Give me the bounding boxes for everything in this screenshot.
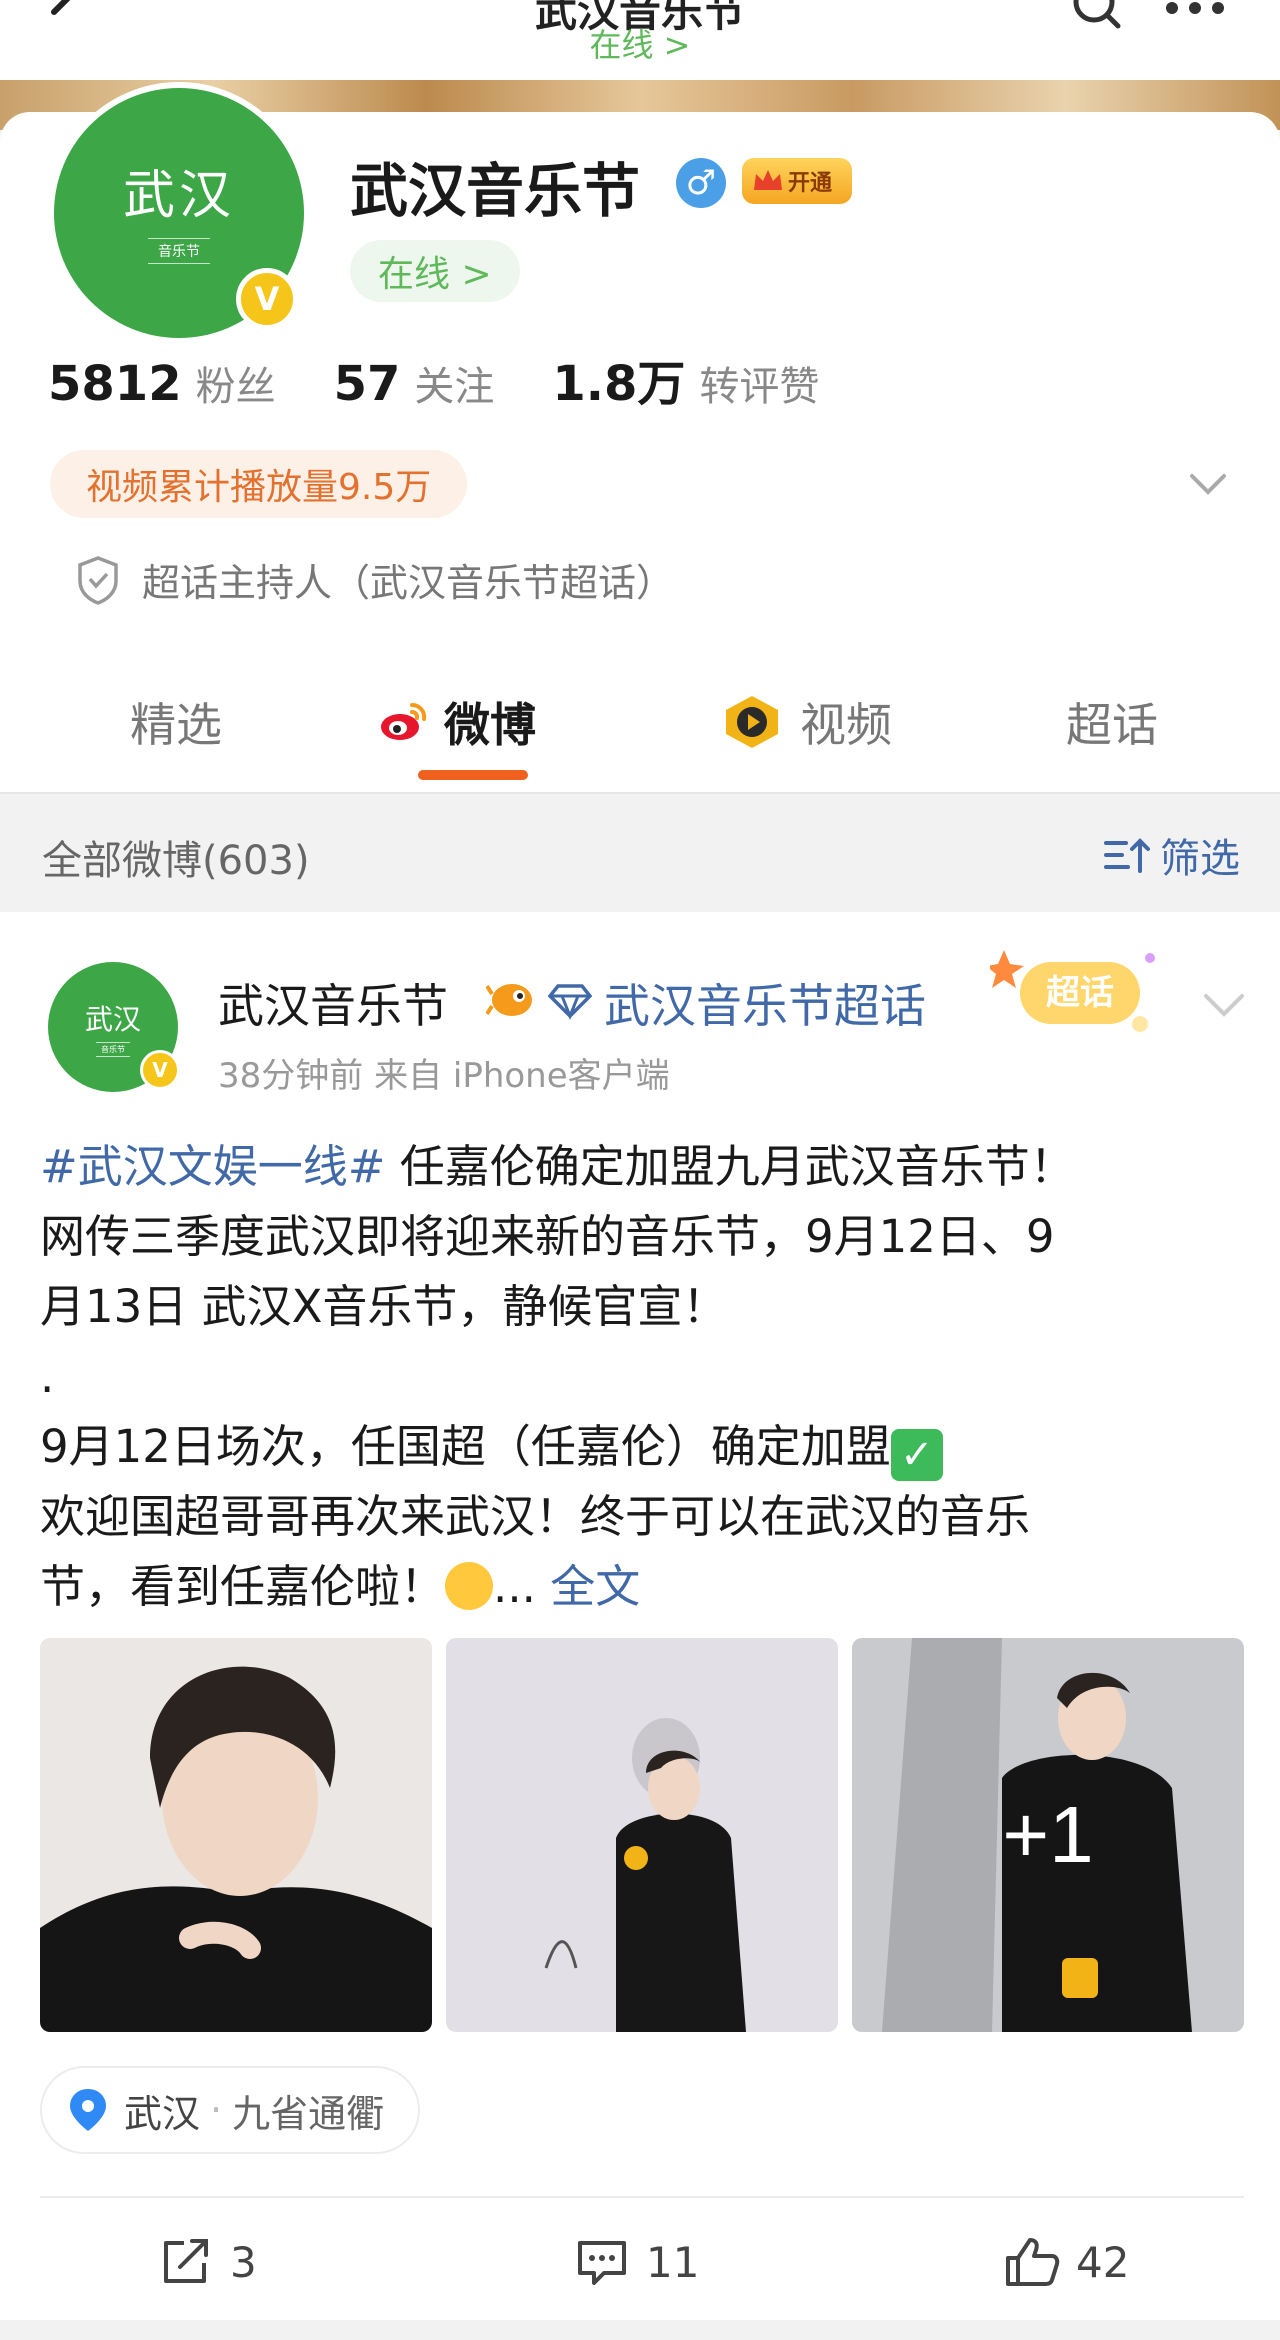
- post-line-3: 月13日 武汉X音乐节，静候官宣！: [40, 1280, 728, 1333]
- tab-super-topic[interactable]: 超话: [1066, 672, 1158, 772]
- post-options-chevron-icon[interactable]: [1198, 978, 1250, 1030]
- tab-weibo-label: 微博: [444, 698, 536, 752]
- repost-icon: [164, 2239, 208, 2283]
- host-label: 超话主持人（武汉音乐节超话）: [142, 561, 675, 605]
- like-count: 42: [1076, 2237, 1130, 2287]
- post-verified-badge-icon: V: [140, 1050, 180, 1090]
- post-line-2: 网传三季度武汉即将迎来新的音乐节，9月12日、9: [40, 1210, 1055, 1263]
- video-views-pill[interactable]: 视频累计播放量9.5万: [50, 450, 468, 518]
- post-body[interactable]: #武汉文娱一线# 任嘉伦确定加盟九月武汉音乐节！ 网传三季度武汉即将迎来新的音乐…: [40, 1132, 1240, 1622]
- post-line-5: 9月12日场次，任国超（任嘉伦）确定加盟: [40, 1420, 891, 1473]
- post-avatar-logo-text: 武汉: [84, 1002, 141, 1036]
- post-photo[interactable]: [446, 1638, 838, 2032]
- all-posts-count[interactable]: 全部微博(603): [42, 828, 310, 886]
- more-photos-count: +1: [1002, 1790, 1094, 1879]
- following-label[interactable]: 关注: [414, 354, 494, 412]
- profile-name: 武汉音乐节: [350, 157, 641, 225]
- super-topic-host-row[interactable]: 超话主持人（武汉音乐节超话）: [76, 552, 674, 607]
- crying-laughing-emoji-icon: [445, 1562, 494, 1610]
- super-topic-link[interactable]: 武汉音乐节超话: [604, 970, 926, 1036]
- profile-avatar[interactable]: 武汉 音乐节 V: [48, 82, 310, 344]
- online-pill[interactable]: 在线 >: [350, 240, 520, 302]
- tab-video-label: 视频: [800, 698, 892, 752]
- followers-count[interactable]: 5812: [48, 356, 182, 412]
- repost-button[interactable]: 3: [160, 2212, 257, 2312]
- location-name: 武汉: [124, 2091, 201, 2136]
- profile-tabs: 精选 微博 视频 超话: [0, 672, 1280, 784]
- location-pin-icon: [70, 2089, 106, 2131]
- tab-weibo[interactable]: 微博: [380, 672, 536, 772]
- avatar-logo-subtext: 音乐节: [148, 237, 210, 264]
- location-separator: ·: [210, 2088, 223, 2132]
- top-bar: 武汉音乐节 在线 >: [0, 0, 1280, 90]
- comment-count: 11: [646, 2237, 700, 2287]
- tab-featured-label: 精选: [130, 698, 222, 752]
- profile-card: 武汉 音乐节 V 武汉音乐节 ♂ 开通 在线 > 5812 粉丝 57 关注 1…: [0, 82, 1280, 792]
- chevron-down-icon[interactable]: [1186, 462, 1230, 506]
- post-author-name[interactable]: 武汉音乐节: [218, 970, 448, 1036]
- post-avatar-logo-subtext: 音乐节: [96, 1041, 130, 1057]
- super-topic-badge-label: 超话: [1046, 973, 1114, 1013]
- read-full-text-link[interactable]: 全文: [550, 1560, 640, 1613]
- filter-sort-icon: [1104, 838, 1150, 873]
- post-actions: 3 11 42: [0, 2212, 1280, 2312]
- fish-emoji-icon: [486, 984, 532, 1016]
- post-ellipsis: ...: [493, 1560, 551, 1613]
- location-subtitle: 九省通衢: [232, 2091, 385, 2136]
- post-line-6: 欢迎国超哥哥再次来武汉！终于可以在武汉的音乐: [40, 1490, 1031, 1543]
- video-badge-icon: [726, 696, 778, 748]
- repost-count: 3: [230, 2237, 257, 2287]
- comment-icon: [578, 2241, 626, 2285]
- vip-open-badge[interactable]: 开通: [742, 158, 852, 204]
- portrait-photo-2: [446, 1638, 838, 2032]
- tab-featured[interactable]: 精选: [130, 672, 222, 772]
- thumbs-up-icon: [1006, 2238, 1060, 2286]
- tab-super-topic-label: 超话: [1066, 698, 1158, 752]
- engagement-count: 1.8万: [552, 356, 686, 412]
- crown-icon: [754, 170, 782, 190]
- post-line-1: 任嘉伦确定加盟九月武汉音乐节！: [385, 1140, 1075, 1193]
- location-tag[interactable]: 武汉 · 九省通衢: [40, 2066, 421, 2154]
- actions-divider: [40, 2196, 1244, 2198]
- portrait-photo-1: [40, 1638, 432, 2032]
- followers-label[interactable]: 粉丝: [196, 354, 276, 412]
- search-icon[interactable]: [1070, 0, 1130, 44]
- profile-stats: 5812 粉丝 57 关注 1.8万 转评赞: [48, 344, 877, 414]
- shield-check-icon: [78, 555, 118, 605]
- tab-video[interactable]: 视频: [720, 672, 892, 772]
- filter-button[interactable]: 筛选: [1102, 826, 1240, 884]
- weibo-logo-icon: [381, 702, 427, 740]
- post-photo-grid: +1: [40, 1638, 1244, 2032]
- super-topic-badge-icon: 超话: [990, 950, 1155, 1032]
- weibo-post-card: 武汉 音乐节 V 武汉音乐节 武汉音乐节超话 超话 38分钟前 来自 iPhon…: [0, 912, 1280, 2320]
- post-meta: 38分钟前 来自 iPhone客户端: [218, 1056, 670, 1096]
- avatar-logo-text: 武汉: [122, 165, 235, 226]
- following-count[interactable]: 57: [334, 356, 401, 412]
- check-mark-icon: ✓: [890, 1429, 943, 1481]
- post-photo[interactable]: +1: [852, 1638, 1244, 2032]
- filter-bar: 全部微博(603) 筛选: [0, 792, 1280, 910]
- active-tab-indicator: [418, 770, 528, 780]
- more-options-icon[interactable]: [1160, 0, 1230, 34]
- post-line-4: .: [40, 1350, 55, 1403]
- verified-badge-icon: V: [236, 268, 298, 330]
- post-hashtag[interactable]: #武汉文娱一线#: [40, 1140, 385, 1193]
- vip-open-label: 开通: [788, 171, 833, 196]
- post-photo[interactable]: [40, 1638, 432, 2032]
- like-button[interactable]: 42: [1004, 2212, 1129, 2312]
- engagement-label: 转评赞: [699, 364, 820, 410]
- post-line-7: 节，看到任嘉伦啦！: [40, 1560, 446, 1613]
- post-author-avatar[interactable]: 武汉 音乐节 V: [48, 962, 180, 1092]
- comment-button[interactable]: 11: [574, 2212, 699, 2312]
- male-gender-icon: ♂: [676, 158, 726, 208]
- filter-label: 筛选: [1160, 836, 1240, 882]
- super-topic-diamond-icon: [548, 984, 592, 1020]
